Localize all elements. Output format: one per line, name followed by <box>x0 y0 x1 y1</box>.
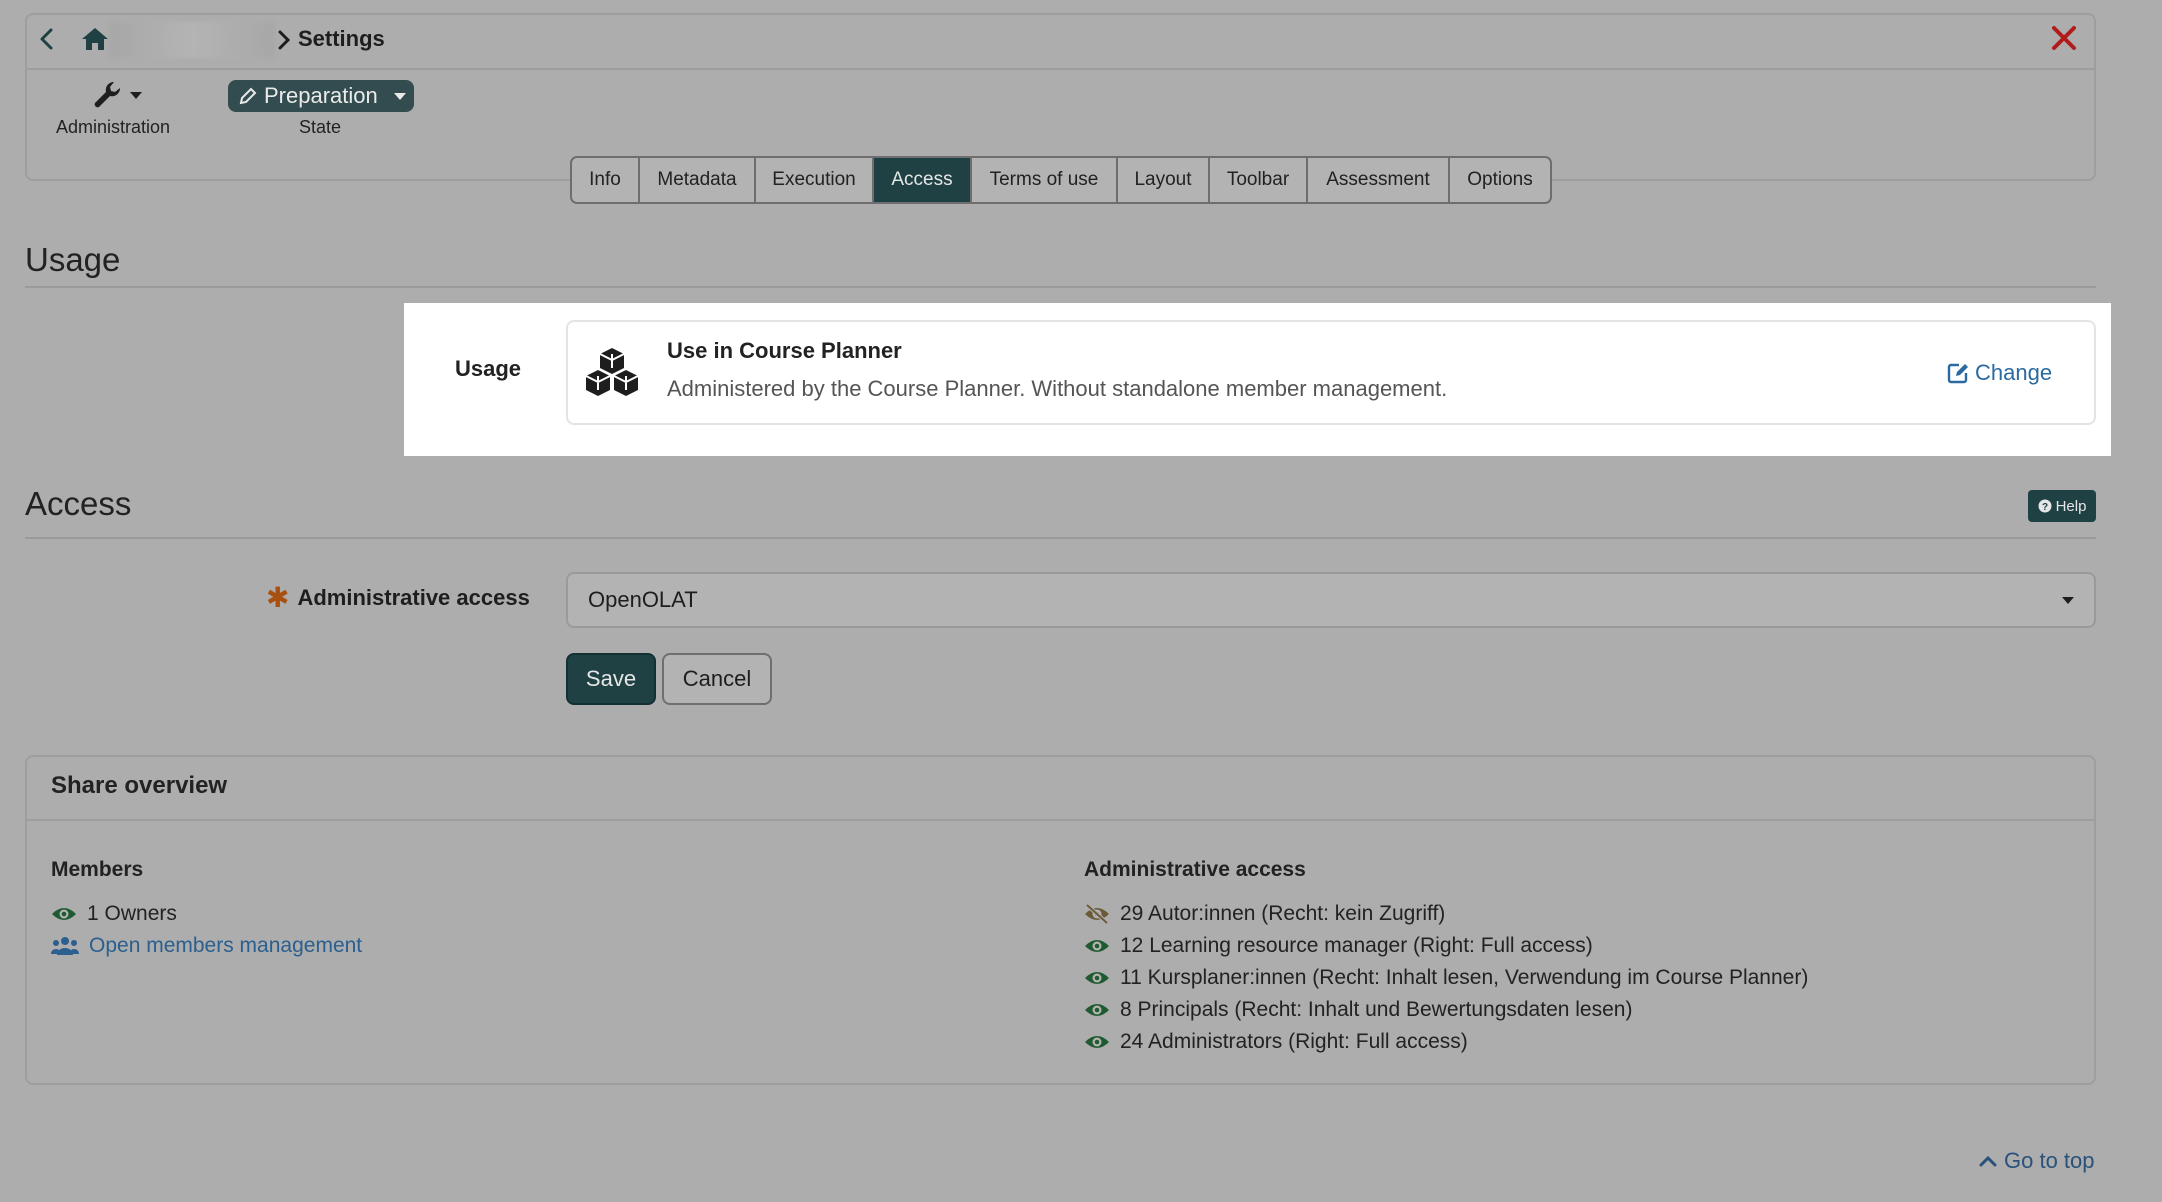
administrative-access-select[interactable]: OpenOLAT <box>566 572 2096 628</box>
admin-access-item-text: 24 Administrators (Right: Full access) <box>1120 1030 1468 1053</box>
back-button[interactable] <box>36 26 58 52</box>
eye-icon <box>1085 940 1109 952</box>
admin-access-item-text: 8 Principals (Recht: Inhalt und Bewertun… <box>1120 998 1633 1021</box>
members-title: Members <box>51 858 144 881</box>
usage-field-label: Usage <box>455 356 522 381</box>
administrative-access-label-text: Administrative access <box>297 585 530 610</box>
close-icon <box>2052 26 2076 50</box>
state-label: State <box>298 117 342 137</box>
usage-section-divider <box>25 286 2096 288</box>
administration-label: Administration <box>55 117 171 137</box>
eye-icon <box>52 908 76 920</box>
tab-assessment[interactable]: Assessment <box>1308 158 1450 202</box>
tab-info[interactable]: Info <box>572 158 640 202</box>
admin-access-item-text: 12 Learning resource manager (Right: Ful… <box>1120 934 1593 957</box>
required-asterisk-icon: ✱ <box>266 582 290 613</box>
usage-card <box>566 320 2096 425</box>
administrative-access-label: ✱ Administrative access <box>266 584 530 612</box>
caret-down-icon <box>393 93 406 100</box>
change-label: Change <box>1975 360 2053 385</box>
list-item: 8 Principals (Recht: Inhalt und Bewertun… <box>1084 994 1808 1026</box>
save-button[interactable]: Save <box>566 653 656 705</box>
state-dropdown-button[interactable]: Preparation <box>228 80 414 112</box>
chevron-left-icon <box>40 28 53 50</box>
access-section-divider <box>25 537 2096 539</box>
eye-icon <box>1085 972 1109 984</box>
share-overview-divider <box>25 819 2096 821</box>
open-members-management-label: Open members management <box>89 934 363 957</box>
tab-options[interactable]: Options <box>1450 158 1550 202</box>
member-count-text: 1 Owners <box>87 902 177 925</box>
cubes-icon <box>584 346 640 398</box>
tab-metadata[interactable]: Metadata <box>640 158 756 202</box>
close-button[interactable] <box>2050 24 2078 52</box>
list-item: 12 Learning resource manager (Right: Ful… <box>1084 930 1808 962</box>
share-overview-title: Share overview <box>51 772 228 799</box>
members-list: 1 Owners Open members management <box>51 898 362 962</box>
list-item: 24 Administrators (Right: Full access) <box>1084 1026 1808 1058</box>
go-to-top-link[interactable]: Go to top <box>1978 1148 2095 1174</box>
admin-access-list: 29 Autor:innen (Recht: kein Zugriff) 12 … <box>1084 898 1808 1058</box>
tab-execution[interactable]: Execution <box>756 158 874 202</box>
help-button[interactable]: ? Help <box>2028 490 2096 522</box>
access-section-title: Access <box>25 485 132 522</box>
users-icon <box>51 937 79 955</box>
eye-slash-icon <box>1085 904 1109 924</box>
breadcrumb-separator-icon <box>275 27 293 53</box>
list-item: 29 Autor:innen (Recht: kein Zugriff) <box>1084 898 1808 930</box>
admin-access-item-text: 29 Autor:innen (Recht: kein Zugriff) <box>1120 902 1446 925</box>
list-item: 11 Kursplaner:innen (Recht: Inhalt lesen… <box>1084 962 1808 994</box>
svg-text:?: ? <box>2042 502 2048 513</box>
wrench-icon <box>94 81 121 108</box>
breadcrumb-current: Settings <box>298 26 385 51</box>
home-button[interactable] <box>80 25 110 53</box>
change-usage-link[interactable]: Change <box>1947 360 2052 386</box>
eye-icon <box>1085 1036 1109 1048</box>
open-members-management-link[interactable]: Open members management <box>51 930 362 962</box>
help-label: Help <box>2055 497 2087 515</box>
tab-terms-of-use[interactable]: Terms of use <box>972 158 1118 202</box>
cancel-button[interactable]: Cancel <box>662 653 772 705</box>
tab-toolbar[interactable]: Toolbar <box>1210 158 1308 202</box>
usage-section-title: Usage <box>25 241 121 278</box>
breadcrumb-course-name-redacted[interactable] <box>110 22 275 58</box>
list-item: 1 Owners <box>51 898 362 930</box>
admin-access-overview-title: Administrative access <box>1084 858 1306 881</box>
caret-down-icon <box>130 92 142 99</box>
chevron-up-icon <box>1979 1155 1997 1167</box>
caret-down-icon <box>2062 597 2074 604</box>
question-circle-icon: ? <box>2038 499 2052 513</box>
admin-access-item-text: 11 Kursplaner:innen (Recht: Inhalt lesen… <box>1120 966 1809 989</box>
administrative-access-selected-value: OpenOLAT <box>588 587 698 612</box>
settings-tabs: Info Metadata Execution Access Terms of … <box>570 156 1552 204</box>
usage-card-title: Use in Course Planner <box>667 338 902 363</box>
tab-access[interactable]: Access <box>874 158 972 202</box>
tab-layout[interactable]: Layout <box>1118 158 1210 202</box>
home-icon <box>82 28 108 50</box>
usage-card-description: Administered by the Course Planner. With… <box>667 376 1448 401</box>
pencil-icon <box>239 87 257 105</box>
state-value: Preparation <box>264 83 378 108</box>
header-divider <box>25 68 2096 70</box>
go-to-top-label: Go to top <box>2004 1148 2095 1173</box>
eye-icon <box>1085 1004 1109 1016</box>
edit-icon <box>1947 363 1968 384</box>
administration-menu-button[interactable] <box>90 78 144 112</box>
